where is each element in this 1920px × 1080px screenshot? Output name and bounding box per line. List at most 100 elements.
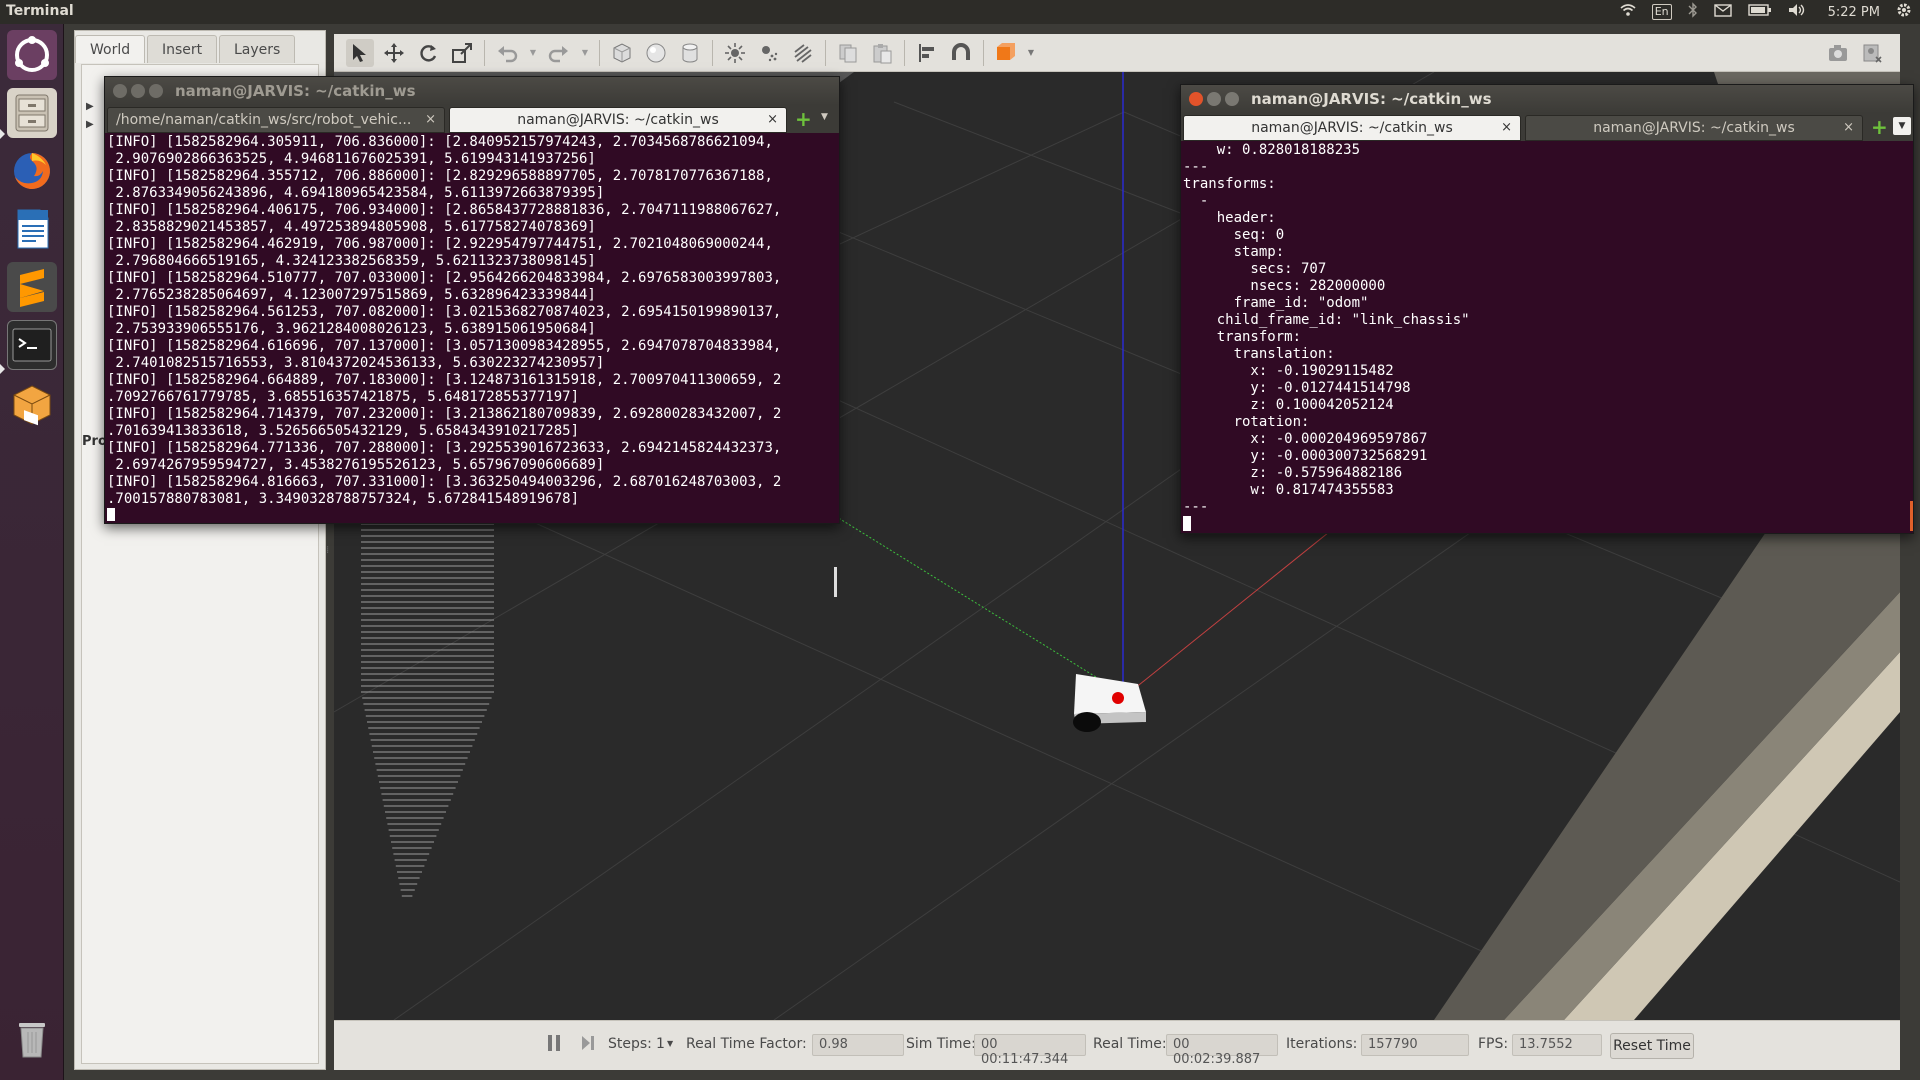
terminal-line: ---: [1183, 159, 1209, 175]
wifi-icon[interactable]: [1620, 3, 1636, 21]
maximize-icon[interactable]: [149, 84, 163, 98]
text-cursor: [107, 508, 115, 521]
firefox-launcher-button[interactable]: [7, 146, 57, 196]
new-tab-plus-icon[interactable]: +: [795, 107, 812, 131]
terminal-prompt[interactable]: [1183, 516, 1907, 531]
point-light-button[interactable]: [721, 39, 749, 67]
tab-insert[interactable]: Insert: [147, 35, 218, 63]
minimize-icon[interactable]: [131, 84, 145, 98]
tree-expand-arrow[interactable]: ▶: [86, 101, 94, 112]
undo-button[interactable]: [493, 39, 521, 67]
cylinder-shape-button[interactable]: [676, 39, 704, 67]
terminal-output[interactable]: w: 0.828018188235 --- transforms: - header…: [1183, 142, 1907, 531]
close-icon[interactable]: ×: [1843, 116, 1854, 140]
clock[interactable]: 5:22 PM: [1828, 5, 1880, 20]
terminal-prompt[interactable]: [107, 508, 833, 521]
terminal-line: z: 0.100042052124: [1183, 397, 1394, 413]
close-icon[interactable]: [113, 84, 127, 98]
maximize-icon[interactable]: [1225, 92, 1239, 106]
writer-launcher-button[interactable]: [7, 204, 57, 254]
close-icon[interactable]: ×: [425, 108, 436, 132]
terminal-tab[interactable]: naman@JARVIS: ~/catkin_ws ×: [1525, 115, 1863, 141]
scale-mode-button[interactable]: [448, 39, 476, 67]
real-time-value: 00 00:02:39.887: [1166, 1034, 1278, 1067]
screenshot-camera-icon: [1829, 44, 1847, 61]
terminal-line: 2.9076902866363525, 4.946811676025391, 5…: [107, 151, 596, 167]
sphere-shape-button[interactable]: [642, 39, 670, 67]
redo-icon: [548, 45, 568, 62]
terminal-line: .701639413833618, 3.526566505432129, 5.6…: [107, 423, 580, 439]
redo-history-dropdown[interactable]: ▼: [579, 39, 591, 67]
new-tab-plus-icon[interactable]: +: [1871, 115, 1888, 139]
files-launcher-button[interactable]: [7, 88, 57, 138]
close-icon[interactable]: [1189, 92, 1203, 106]
steps-spinbox[interactable]: 1: [656, 1036, 665, 1052]
step-button[interactable]: [580, 1033, 596, 1057]
reset-time-button[interactable]: Reset Time: [1610, 1033, 1694, 1059]
settings-gear-icon[interactable]: [1896, 2, 1912, 22]
minimize-icon[interactable]: [1207, 92, 1221, 106]
mail-icon[interactable]: [1713, 3, 1732, 21]
chevron-down-icon[interactable]: ▼: [667, 1039, 673, 1048]
terminal-tab-active[interactable]: naman@JARVIS: ~/catkin_ws ×: [449, 107, 787, 133]
bluetooth-icon[interactable]: [1688, 2, 1698, 22]
spot-light-button[interactable]: [755, 39, 783, 67]
battery-icon[interactable]: [1747, 4, 1772, 20]
rotate-mode-button[interactable]: [414, 39, 442, 67]
terminal-line: ---: [1183, 499, 1209, 515]
select-arrow-icon: [353, 43, 366, 62]
pause-button[interactable]: [546, 1033, 562, 1057]
ubuntu-dash-button[interactable]: [7, 30, 57, 80]
translate-mode-button[interactable]: [380, 39, 408, 67]
scale-icon: [452, 42, 472, 63]
select-mode-button[interactable]: [346, 38, 374, 67]
terminal-titlebar[interactable]: naman@JARVIS: ~/catkin_ws: [105, 77, 839, 105]
virtualbox-launcher-button[interactable]: [7, 380, 57, 430]
close-icon[interactable]: ×: [767, 108, 778, 132]
terminal-line: y: -0.000300732568291: [1183, 448, 1428, 464]
chevron-down-icon[interactable]: ▼: [1893, 117, 1911, 135]
terminal-titlebar[interactable]: naman@JARVIS: ~/catkin_ws: [1181, 85, 1913, 113]
undo-history-dropdown[interactable]: ▼: [527, 39, 539, 67]
tab-layers[interactable]: Layers: [219, 35, 296, 63]
screenshot-button[interactable]: [1824, 39, 1852, 67]
view-angle-dropdown[interactable]: ▼: [1026, 39, 1036, 67]
iterations-value: 157790: [1361, 1034, 1469, 1056]
trash-launcher-button[interactable]: [7, 1014, 57, 1064]
iterations-label: Iterations:: [1286, 1036, 1358, 1052]
copy-button[interactable]: [834, 39, 862, 67]
terminal-line: secs: 707: [1183, 261, 1327, 277]
view-angle-button[interactable]: [992, 39, 1020, 67]
terminal-line: x: -0.19029115482: [1183, 363, 1394, 379]
panel-splitter-handle[interactable]: ⁞: [326, 545, 334, 559]
toolbar-separator: [484, 39, 485, 66]
keyboard-layout-indicator[interactable]: En: [1651, 4, 1672, 20]
close-icon[interactable]: ×: [1501, 116, 1512, 140]
terminal-line: transform:: [1183, 329, 1310, 345]
box-shape-button[interactable]: [608, 39, 636, 67]
terminal-line: [INFO] [1582582964.664889, 707.183000]: …: [107, 372, 782, 388]
directional-light-button[interactable]: [789, 39, 817, 67]
chevron-down-icon[interactable]: ▼: [821, 112, 828, 122]
tab-world[interactable]: World: [75, 35, 146, 63]
terminal-tab[interactable]: /home/naman/catkin_ws/src/robot_vehic...…: [107, 107, 445, 133]
translate-icon: [384, 42, 404, 63]
tree-expand-arrow[interactable]: ▶: [86, 119, 94, 130]
rotate-icon: [420, 44, 437, 62]
terminal-launcher-button[interactable]: [7, 320, 57, 370]
sublime-launcher-button[interactable]: [7, 262, 57, 312]
volume-icon[interactable]: [1788, 3, 1806, 21]
chevron-down-icon: ▼: [529, 48, 537, 57]
terminal-output[interactable]: [INFO] [1582582964.305911, 706.836000]: …: [107, 134, 833, 521]
terminal-tab-active[interactable]: naman@JARVIS: ~/catkin_ws ×: [1183, 115, 1521, 141]
terminal-window-left[interactable]: naman@JARVIS: ~/catkin_ws /home/naman/ca…: [104, 76, 840, 597]
redo-button[interactable]: [545, 39, 573, 67]
text-cursor: [1183, 516, 1191, 531]
record-video-button[interactable]: [1858, 39, 1886, 67]
paste-button[interactable]: [868, 39, 896, 67]
scrollbar-thumb[interactable]: [1910, 501, 1913, 531]
scrollbar-thumb[interactable]: [834, 567, 837, 597]
snap-button[interactable]: [947, 39, 975, 67]
align-button[interactable]: [913, 39, 941, 67]
terminal-window-right[interactable]: naman@JARVIS: ~/catkin_ws naman@JARVIS: …: [1180, 84, 1914, 534]
